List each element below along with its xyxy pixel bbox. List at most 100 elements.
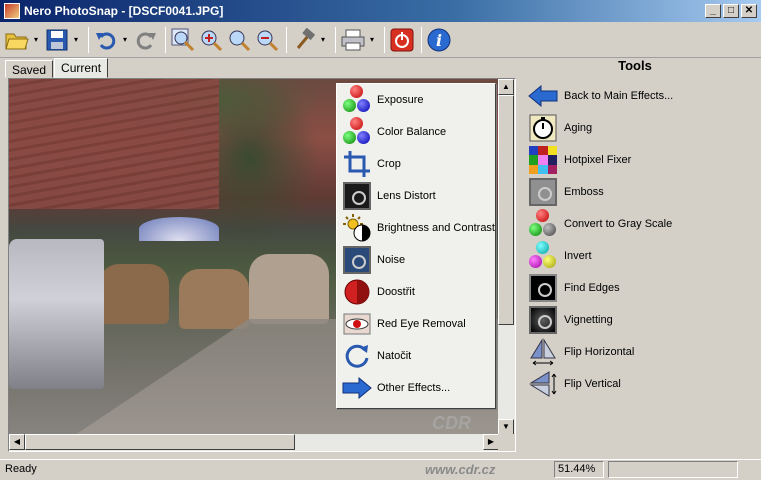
menu-item-lens-distort[interactable]: Lens Distort — [337, 180, 495, 212]
open-dropdown-icon[interactable]: ▾ — [32, 35, 40, 44]
zoom-in-icon[interactable] — [198, 27, 224, 53]
tab-saved[interactable]: Saved — [5, 60, 54, 78]
undo-dropdown-icon[interactable]: ▾ — [121, 35, 129, 44]
tool-label: Back to Main Effects... — [564, 90, 674, 102]
redo-icon[interactable] — [133, 27, 159, 53]
menu-item-brightness-contrast[interactable]: Brightness and Contrast — [337, 212, 495, 244]
tool-convert-to-gray-scale[interactable]: Convert to Gray Scale — [528, 208, 758, 240]
tool-invert[interactable]: Invert — [528, 240, 758, 272]
scroll-up-button[interactable]: ▲ — [498, 79, 514, 95]
tool-vignetting[interactable]: Vignetting — [528, 304, 758, 336]
save-dropdown-icon[interactable]: ▾ — [72, 35, 80, 44]
vertical-scroll-thumb[interactable] — [498, 95, 514, 325]
open-icon[interactable] — [4, 27, 30, 53]
menu-item-label: Crop — [377, 158, 401, 170]
menu-item-label: Natočit — [377, 350, 412, 362]
menu-item-color-balance[interactable]: Color Balance — [337, 116, 495, 148]
save-icon[interactable] — [44, 27, 70, 53]
maximize-button[interactable]: □ — [723, 4, 739, 18]
stopwatch-icon — [528, 113, 558, 143]
red-eye-icon — [341, 309, 373, 339]
rotate-icon — [341, 341, 373, 371]
invert-icon — [528, 241, 558, 271]
tools-dropdown-icon[interactable]: ▾ — [319, 35, 327, 44]
grayscale-icon — [528, 209, 558, 239]
menu-item-noise[interactable]: Noise — [337, 244, 495, 276]
scroll-right-button[interactable]: ▶ — [483, 434, 499, 450]
zoom-fit-icon[interactable] — [170, 27, 196, 53]
menu-item-label: Other Effects... — [377, 382, 451, 394]
lens-distort-icon — [341, 181, 373, 211]
color-balance-icon — [341, 117, 373, 147]
tab-current[interactable]: Current — [54, 58, 109, 78]
tool-find-edges[interactable]: Find Edges — [528, 272, 758, 304]
scrollbar-corner — [498, 434, 515, 451]
toolbar-separator — [88, 26, 89, 53]
menu-item-sharpen[interactable]: Doostřit — [337, 276, 495, 308]
menu-item-other-effects[interactable]: Other Effects... — [337, 372, 495, 404]
tool-hotpixel-fixer[interactable]: Hotpixel Fixer — [528, 144, 758, 176]
window-title: Nero PhotoSnap - [DSCF0041.JPG] — [24, 4, 224, 18]
zoom-out-icon[interactable] — [254, 27, 280, 53]
vertical-scrollbar[interactable]: ▲ ▼ — [498, 79, 515, 435]
horizontal-scrollbar[interactable]: ◀ ▶ — [9, 434, 499, 451]
vignetting-icon — [528, 305, 558, 335]
menu-item-label: Lens Distort — [377, 190, 436, 202]
zoom-level: 51.44% — [554, 461, 604, 478]
tools-panel: Back to Main Effects... Aging Hotpixel F… — [528, 80, 758, 400]
noise-icon — [341, 245, 373, 275]
app-icon[interactable] — [4, 3, 20, 19]
print-icon[interactable] — [340, 27, 366, 53]
status-panel — [608, 461, 738, 478]
tool-label: Flip Vertical — [564, 378, 621, 390]
menu-item-label: Doostřit — [377, 286, 415, 298]
menu-item-red-eye-removal[interactable]: Red Eye Removal — [337, 308, 495, 340]
menu-item-label: Color Balance — [377, 126, 447, 138]
tool-flip-horizontal[interactable]: Flip Horizontal — [528, 336, 758, 368]
tool-label: Hotpixel Fixer — [564, 154, 632, 166]
menu-item-exposure[interactable]: Exposure — [337, 84, 495, 116]
tool-emboss[interactable]: Emboss — [528, 176, 758, 208]
scroll-left-button[interactable]: ◀ — [9, 434, 25, 450]
crop-icon — [341, 149, 373, 179]
arrow-right-icon — [341, 373, 373, 403]
scroll-down-button[interactable]: ▼ — [498, 419, 514, 435]
undo-icon[interactable] — [93, 27, 119, 53]
tool-label: Aging — [564, 122, 593, 134]
watermark-url: www.cdr.cz — [425, 462, 496, 477]
toolbar-separator — [165, 26, 166, 53]
close-button[interactable]: ✕ — [741, 4, 757, 18]
print-dropdown-icon[interactable]: ▾ — [368, 35, 376, 44]
view-tabs: Saved Current — [5, 58, 109, 78]
sharpen-icon — [341, 277, 373, 307]
tools-hammer-icon[interactable] — [291, 27, 317, 53]
toolbar-separator — [421, 26, 422, 53]
menu-item-crop[interactable]: Crop — [337, 148, 495, 180]
tool-label: Vignetting — [564, 314, 613, 326]
minimize-button[interactable]: _ — [705, 4, 721, 18]
tool-label: Find Edges — [564, 282, 620, 294]
zoom-actual-icon[interactable] — [226, 27, 252, 53]
watermark-logo: CDR — [432, 413, 471, 433]
brightness-contrast-icon — [341, 213, 373, 243]
effects-menu: Exposure Color Balance Crop Lens Distort… — [336, 83, 496, 409]
tool-flip-vertical[interactable]: Flip Vertical — [528, 368, 758, 400]
tool-back-to-main-effects[interactable]: Back to Main Effects... — [528, 80, 758, 112]
tool-label: Convert to Gray Scale — [564, 218, 673, 230]
hotpixel-icon — [528, 145, 558, 175]
toolbar-separator — [335, 26, 336, 53]
tool-label: Flip Horizontal — [564, 346, 635, 358]
status-bar: Ready 51.44% — [0, 459, 761, 480]
horizontal-scroll-thumb[interactable] — [25, 434, 295, 450]
menu-item-rotate[interactable]: Natočit — [337, 340, 495, 372]
title-bar: Nero PhotoSnap - [DSCF0041.JPG] _ □ ✕ — [0, 0, 761, 22]
tool-aging[interactable]: Aging — [528, 112, 758, 144]
status-text: Ready — [5, 463, 37, 475]
menu-item-label: Red Eye Removal — [377, 318, 466, 330]
find-edges-icon — [528, 273, 558, 303]
info-icon[interactable]: i — [426, 27, 452, 53]
flip-horizontal-icon — [528, 337, 558, 367]
exposure-icon — [341, 85, 373, 115]
exit-icon[interactable] — [389, 27, 415, 53]
menu-item-label: Brightness and Contrast — [376, 222, 495, 234]
